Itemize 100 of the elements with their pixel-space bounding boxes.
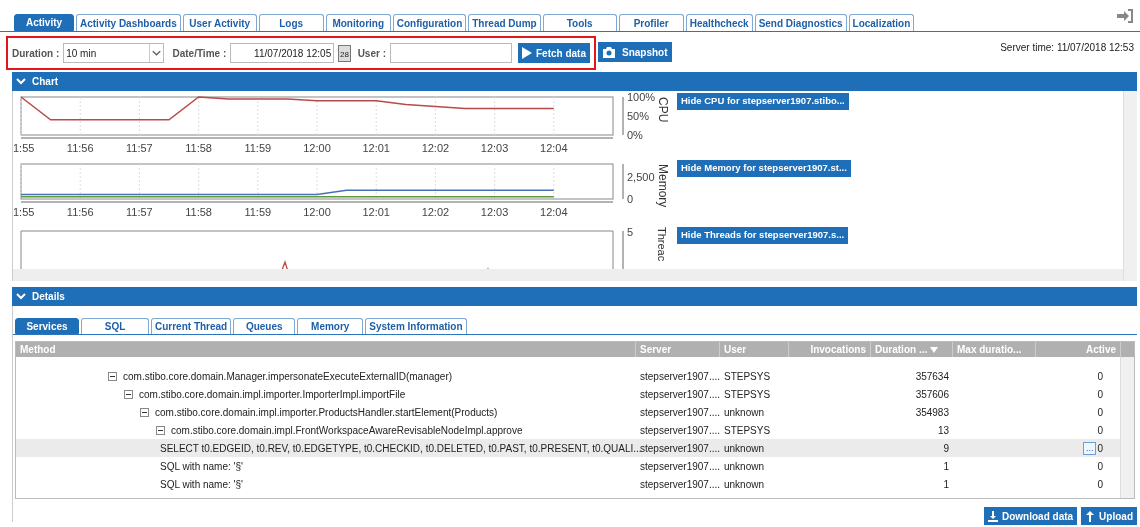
hide-series-button[interactable]: Hide Memory for stepserver1907.st... [677, 160, 851, 177]
chevron-down-icon [149, 44, 164, 62]
upload-button[interactable]: Upload [1081, 507, 1137, 525]
x-tick-label: 12:04 [540, 206, 568, 218]
table-row[interactable]: com.stibo.core.domain.Manager.impersonateExecuteExternalID(manager) stepserver1907.... STEPSYS 357634 0 [16, 367, 1120, 385]
collapse-icon[interactable] [156, 425, 165, 435]
table-cell-text: com.stibo.core.domain.Manager.impersonateExecuteExternalID(manager) [123, 369, 453, 384]
duration-dropdown[interactable]: 10 min [63, 43, 165, 63]
x-tick-label: 12:00 [303, 142, 331, 154]
table-cell-text: STEPSYS [724, 423, 771, 438]
tab[interactable]: Localization [848, 14, 915, 31]
server-time: Server time: 11/07/2018 12:53 [1000, 41, 1134, 55]
tab[interactable]: Tools [542, 14, 617, 31]
x-tick-label: 12:00 [303, 206, 331, 218]
table-cell-text: stepserver1907.... [640, 423, 721, 438]
tab[interactable]: Healthcheck [685, 14, 753, 31]
x-tick-label: 11:58 [185, 206, 212, 218]
table-row[interactable]: com.stibo.core.domain.impl.FrontWorkspaceAwareRevisableNodeImpl.approve stepserver1907.... STEPSYS 13 0 [16, 421, 1120, 439]
x-tick-label: 11:57 [126, 142, 153, 154]
tab[interactable]: Memory [297, 318, 364, 334]
table-cell-text: 0 [1097, 369, 1103, 384]
table-row[interactable]: SQL with name: '§' stepserver1907.... unknown 1 0 [16, 457, 1120, 475]
logout-icon[interactable] [1116, 9, 1134, 23]
table-cell-text: com.stibo.core.domain.impl.importer.ProductsHandler.startElement(Products) [155, 405, 498, 420]
tab[interactable]: Services [15, 318, 79, 334]
collapse-icon[interactable] [124, 389, 133, 399]
tab[interactable]: SQL [81, 318, 149, 334]
table-cell-text: 13 [937, 423, 949, 438]
x-tick-label: 1:55 [13, 142, 35, 154]
download-button[interactable]: Download data [984, 507, 1078, 525]
y-axis [622, 230, 624, 269]
x-tick-label: 12:03 [480, 142, 509, 154]
user-field[interactable] [390, 43, 512, 63]
table-cell-text: com.stibo.core.domain.impl.importer.ImporterImpl.importFile [139, 387, 406, 402]
collapse-icon[interactable] [108, 371, 117, 381]
collapse-icon[interactable] [140, 407, 149, 417]
tab[interactable]: Thread Dump [468, 14, 541, 31]
table-cell-text: SQL with name: '§' [160, 459, 243, 474]
table-cell-text: 0 [1097, 441, 1103, 456]
y-tick-label: 5 [627, 226, 634, 238]
x-tick-label: 1:55 [13, 206, 35, 218]
table-cell-text: 354983 [915, 405, 949, 420]
chart-section-header[interactable]: Chart [12, 72, 1137, 91]
tab[interactable]: User Activity [182, 14, 257, 31]
table-cell-text: stepserver1907.... [640, 387, 721, 402]
y-axis-title: Memory [656, 164, 670, 208]
hide-series-button[interactable]: Hide CPU for stepserver1907.stibo... [677, 93, 849, 110]
table-cell-text: unknown [724, 477, 765, 492]
table-cell-text: 1 [943, 477, 949, 492]
vertical-scrollbar[interactable] [1123, 91, 1137, 281]
table-cell-text: 0 [1097, 387, 1103, 402]
x-tick-label: 11:58 [185, 142, 212, 154]
play-icon [522, 47, 532, 59]
x-tick-label: 12:01 [362, 206, 390, 218]
tab[interactable]: Configuration [392, 14, 467, 31]
y-axis [622, 96, 624, 136]
horizontal-scrollbar[interactable] [13, 269, 1123, 281]
details-section-header[interactable]: Details [12, 287, 1137, 306]
table-cell-text: 0 [1097, 477, 1103, 492]
tab[interactable]: Queues [233, 318, 296, 334]
table-cell-text: SQL with name: '§' [160, 477, 243, 492]
table-cell-text: com.stibo.core.domain.impl.FrontWorkspaceAwareRevisableNodeImpl.approve [171, 423, 523, 438]
x-tick-label: 12:04 [540, 142, 568, 154]
table-row[interactable]: com.stibo.core.domain.impl.importer.ProductsHandler.startElement(Products) stepserver1907.... unknown 354983 0 [16, 403, 1120, 421]
table-cell-text: unknown [724, 405, 765, 420]
table-cell-text: 0 [1097, 459, 1103, 474]
table-cell-text: 357634 [915, 369, 949, 384]
fetch-data-button[interactable]: Fetch data [518, 43, 590, 63]
vertical-scrollbar[interactable] [1120, 357, 1134, 498]
table-row[interactable]: SQL with name: '§' stepserver1907.... unknown 1 0 [16, 475, 1120, 493]
y-tick-label: 0 [627, 193, 634, 205]
hide-series-button[interactable]: Hide Threads for stepserver1907.s... [677, 227, 849, 244]
y-tick-label: 0% [627, 129, 643, 141]
tab[interactable]: Current Thread [151, 318, 232, 334]
tab[interactable]: Activity [14, 14, 74, 31]
x-tick-label: 11:59 [244, 206, 272, 218]
tab[interactable]: Send Diagnostics [754, 14, 847, 31]
x-tick-label: 12:01 [362, 142, 390, 154]
tab[interactable]: Profiler [618, 14, 684, 31]
x-tick-label: 11:57 [126, 206, 153, 218]
camera-icon [602, 46, 616, 58]
table-cell-text: 0 [1097, 423, 1103, 438]
table-cell-text: unknown [724, 459, 765, 474]
datetime-label: Date/Time : [172, 46, 227, 61]
x-tick-label: 11:59 [244, 142, 272, 154]
y-tick-label: 2,500 [627, 171, 655, 184]
details-button[interactable]: ... [1082, 441, 1097, 455]
tab[interactable]: Activity Dashboards [76, 14, 181, 31]
tab[interactable]: System Information [365, 318, 467, 334]
x-tick-label: 12:02 [421, 142, 450, 154]
datetime-field[interactable]: 11/07/2018 12:05 [230, 43, 335, 63]
snapshot-button[interactable]: Snapshot [598, 42, 672, 62]
x-tick-label: 11:56 [66, 142, 94, 154]
table-cell-text: STEPSYS [724, 387, 771, 402]
upload-icon [1085, 510, 1096, 522]
tab[interactable]: Monitoring [325, 14, 391, 31]
table-row[interactable]: com.stibo.core.domain.impl.importer.ImporterImpl.importFile stepserver1907.... STEPSYS 357606 0 [16, 385, 1120, 403]
table-row[interactable]: SELECT t0.EDGEID, t0.REV, t0.EDGETYPE, t0.CHECKID, t0.DELETED, t0.PAST, t0.PRESENT, t0.QUALI...stepserver1907.... unknown 9 ... 0 [16, 439, 1120, 457]
calendar-icon[interactable]: 28 [338, 44, 351, 62]
tab[interactable]: Logs [258, 14, 324, 31]
